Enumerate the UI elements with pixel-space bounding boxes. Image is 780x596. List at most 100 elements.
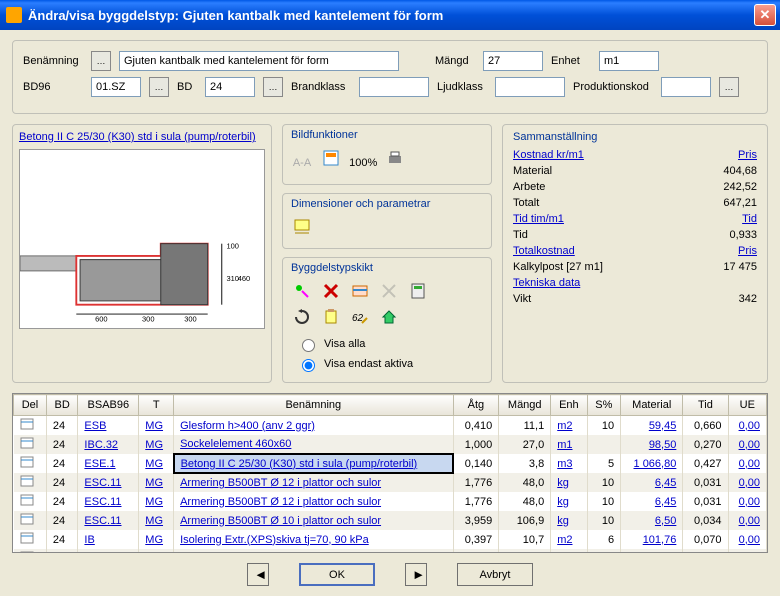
stat-row: TotalkostnadPris (513, 243, 757, 259)
column-header[interactable]: BD (46, 395, 78, 416)
calculator-icon[interactable] (407, 280, 429, 302)
row-icon (20, 437, 34, 449)
stat-row: Tekniska data (513, 275, 757, 291)
column-header[interactable]: Mängd (499, 395, 551, 416)
column-header[interactable]: Benämning (174, 395, 453, 416)
visa-aktiva-radio[interactable]: Visa endast aktiva (297, 356, 483, 372)
label-brandklass: Brandklass (291, 81, 351, 93)
ljudklass-input[interactable] (495, 77, 565, 97)
table-row[interactable]: 24ESC.11MGArmering B500BT Ø 12 i plattor… (14, 473, 767, 492)
stat-row: Tid0,933 (513, 227, 757, 243)
column-header[interactable]: Tid (683, 395, 728, 416)
drawing-panel: Betong II C 25/30 (K30) std i sula (pump… (12, 124, 272, 383)
label-enhet: Enhet (551, 55, 591, 67)
stat-row: Kalkylpost [27 m1]17 475 (513, 259, 757, 275)
summary-panel: Sammanställning Kostnad kr/m1PrisMateria… (502, 124, 768, 383)
layers-table[interactable]: DelBDBSAB96TBenämningÅtgMängdEnhS%Materi… (12, 393, 768, 553)
stat-row: Arbete242,52 (513, 179, 757, 195)
bd-lookup-button[interactable]: … (263, 77, 283, 97)
card-icon[interactable] (349, 280, 371, 302)
benamning-lookup-button[interactable]: … (91, 51, 111, 71)
stat-row: Totalt647,21 (513, 195, 757, 211)
cancel-button[interactable]: Avbryt (457, 563, 533, 586)
ok-button[interactable]: OK (299, 563, 375, 586)
table-row[interactable]: 24ESE.1MGBetong II C 25/30 (K30) std i s… (14, 454, 767, 473)
bd96-lookup-button[interactable]: … (149, 77, 169, 97)
bd96-input[interactable] (91, 77, 141, 97)
row-icon (20, 551, 34, 553)
table-row[interactable]: 24ESBMGGlesform h>400 (anv 2 ggr)0,41011… (14, 416, 767, 436)
column-header[interactable]: Material (621, 395, 683, 416)
image-icon[interactable] (320, 147, 342, 169)
print-icon[interactable] (384, 147, 406, 169)
column-header[interactable]: Åtg (453, 395, 499, 416)
label-mangd: Mängd (435, 55, 475, 67)
next-button[interactable]: ► (405, 563, 427, 586)
row-icon (20, 494, 34, 506)
label-bd: BD (177, 81, 197, 93)
column-header[interactable]: Del (14, 395, 47, 416)
summary-legend: Sammanställning (513, 131, 757, 143)
titlebar: Ändra/visa byggdelstyp: Gjuten kantbalk … (0, 0, 780, 30)
home-icon[interactable] (378, 306, 400, 328)
row-icon (20, 532, 34, 544)
mangd-input[interactable] (483, 51, 543, 71)
disabled-icon (378, 280, 400, 302)
enhet-input[interactable] (599, 51, 659, 71)
label-ljudklass: Ljudklass (437, 81, 487, 93)
dimensioner-legend: Dimensioner och parametrar (291, 198, 483, 210)
prev-button[interactable]: ◄ (247, 563, 269, 586)
stat-row: Vikt342 (513, 291, 757, 307)
dimensioner-panel: Dimensioner och parametrar (282, 193, 492, 249)
column-header[interactable]: T (139, 395, 174, 416)
edit-icon[interactable]: 62 (349, 306, 371, 328)
app-icon (6, 7, 22, 23)
add-icon[interactable] (291, 280, 313, 302)
produktionskod-lookup-button[interactable]: … (719, 77, 739, 97)
row-icon (20, 513, 34, 525)
zoom-label[interactable]: 100% (349, 152, 377, 174)
stat-row: Material404,68 (513, 163, 757, 179)
benamning-input[interactable] (119, 51, 399, 71)
svg-text:300: 300 (184, 315, 197, 324)
close-button[interactable]: ✕ (754, 4, 776, 26)
byggdel-panel: Byggdelstypskikt 62 Visa alla (282, 257, 492, 383)
component-link[interactable]: Betong II C 25/30 (K30) std i sula (pump… (19, 131, 256, 143)
svg-text:600: 600 (95, 315, 108, 324)
row-icon (20, 475, 34, 487)
bildfunktioner-legend: Bildfunktioner (291, 129, 483, 141)
brandklass-input[interactable] (359, 77, 429, 97)
label-produktionskod: Produktionskod (573, 81, 653, 93)
window-title: Ändra/visa byggdelstyp: Gjuten kantbalk … (28, 8, 754, 23)
paste-icon[interactable] (320, 306, 342, 328)
section-aa-button[interactable]: A-A (291, 152, 313, 174)
form-panel: Benämning … Mängd Enhet BD96 … BD … Bran… (12, 40, 768, 114)
column-header[interactable]: UE (728, 395, 766, 416)
label-bd96: BD96 (23, 81, 83, 93)
label-benamning: Benämning (23, 55, 83, 67)
delete-icon[interactable] (320, 280, 342, 302)
column-header[interactable]: S% (587, 395, 621, 416)
svg-text:300: 300 (142, 315, 155, 324)
byggdel-legend: Byggdelstypskikt (291, 262, 483, 274)
stat-row: Tid tim/m1Tid (513, 211, 757, 227)
table-row[interactable]: 24IBMGIsolering Extr.(XPS)skiva tj=70, 9… (14, 530, 767, 549)
table-row[interactable]: 24ESC.11MGArmering B500BT Ø 10 i plattor… (14, 511, 767, 530)
table-row[interactable]: 24IBC.32MGSockelelement 460x601,00027,0m… (14, 435, 767, 454)
table-row[interactable]: 24ESC.11MGArmering B500BT Ø 12 i plattor… (14, 492, 767, 511)
bildfunktioner-panel: Bildfunktioner A-A 100% (282, 124, 492, 185)
table-row[interactable]: 24IBMGIsolering Extr.(XPS)skiva tj=70, 9… (14, 549, 767, 553)
dimensions-icon[interactable] (291, 216, 313, 238)
bd-input[interactable] (205, 77, 255, 97)
drawing-canvas: 600 300 300 100 310 460 (19, 149, 265, 329)
svg-text:460: 460 (238, 274, 251, 283)
produktionskod-input[interactable] (661, 77, 711, 97)
refresh-icon[interactable] (291, 306, 313, 328)
visa-alla-radio[interactable]: Visa alla (297, 336, 483, 352)
column-header[interactable]: Enh (551, 395, 587, 416)
row-icon (20, 418, 34, 430)
svg-text:100: 100 (226, 241, 239, 250)
row-icon (20, 456, 34, 468)
stat-row: Kostnad kr/m1Pris (513, 147, 757, 163)
column-header[interactable]: BSAB96 (78, 395, 139, 416)
